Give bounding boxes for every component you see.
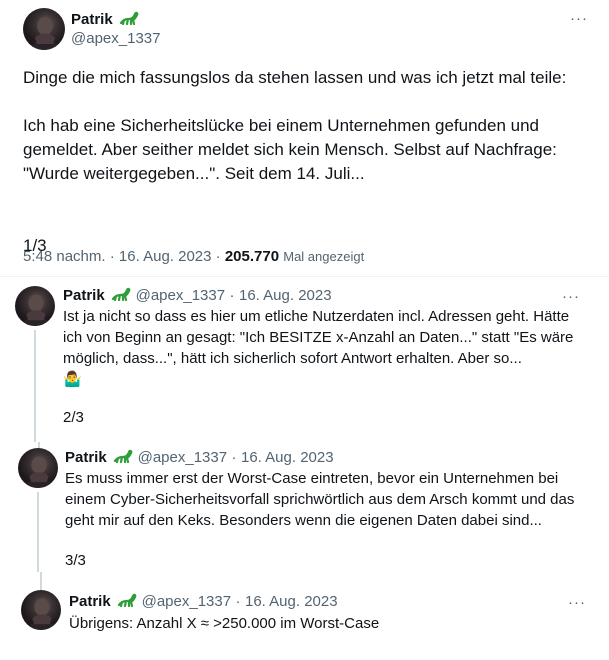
author-name[interactable]: Patrik <box>71 11 113 28</box>
thread-counter: 2/3 <box>63 409 84 426</box>
more-options-icon[interactable]: ··· <box>570 11 588 26</box>
thread-counter: 3/3 <box>65 552 86 569</box>
shrug-emoji-icon: 🤷‍♂️ <box>63 371 82 388</box>
author-name[interactable]: Patrik <box>65 449 107 466</box>
author-handle[interactable]: @apex_1337 <box>142 593 231 610</box>
views-count: 205.770 <box>224 248 280 265</box>
avatar-image <box>31 17 59 50</box>
divider <box>0 276 609 277</box>
avatar[interactable] <box>23 8 65 50</box>
tweet-text: Es muss immer erst der Worst-Case eintre… <box>65 470 579 529</box>
thread-line <box>40 572 42 590</box>
reply-header: Patrik @apex_1337 · 16. Aug. 2023 <box>69 593 338 611</box>
lizard-emoji-icon <box>118 593 137 608</box>
tweet-date[interactable]: 16. Aug. 2023 <box>119 248 212 265</box>
tweet-time[interactable]: 5:48 nachm. <box>23 248 106 265</box>
meta-separator: · <box>229 287 235 304</box>
more-options-icon[interactable]: ··· <box>562 289 580 304</box>
thread-line <box>34 330 36 442</box>
more-options-icon[interactable]: ··· <box>568 595 586 610</box>
tweet-text: Ist ja nicht so dass es hier um etliche … <box>63 308 578 367</box>
tweet-date[interactable]: 16. Aug. 2023 <box>245 593 338 610</box>
author-handle[interactable]: @apex_1337 <box>138 449 227 466</box>
avatar-image <box>25 456 53 488</box>
avatar-image <box>28 598 56 630</box>
author-handle[interactable]: @apex_1337 <box>136 287 225 304</box>
author-handle[interactable]: @apex_1337 <box>71 30 160 47</box>
views-label: Mal angezeigt <box>283 249 365 264</box>
avatar[interactable] <box>21 590 61 630</box>
tweet-meta: 5:48 nachm. · 16. Aug. 2023 · 205.770 Ma… <box>23 248 364 265</box>
avatar[interactable] <box>15 286 55 326</box>
author-name[interactable]: Patrik <box>63 287 105 304</box>
tweet-date[interactable]: 16. Aug. 2023 <box>241 449 334 466</box>
reply-header: Patrik @apex_1337 · 16. Aug. 2023 <box>65 449 334 467</box>
avatar[interactable] <box>18 448 58 488</box>
meta-separator: · <box>235 593 241 610</box>
lizard-emoji-icon <box>112 287 131 302</box>
lizard-emoji-icon <box>119 11 139 26</box>
meta-separator: · <box>215 248 221 265</box>
tweet-text: Übrigens: Anzahl X ≈ >250.000 im Worst-C… <box>69 615 380 632</box>
avatar-image <box>22 294 50 326</box>
tweet-date[interactable]: 16. Aug. 2023 <box>239 287 332 304</box>
meta-separator: · <box>231 449 237 466</box>
tweet-text: Dinge die mich fassungslos da stehen las… <box>23 68 567 255</box>
reply-header: Patrik @apex_1337 · 16. Aug. 2023 <box>63 287 332 305</box>
lizard-emoji-icon <box>114 449 133 464</box>
meta-separator: · <box>109 248 115 265</box>
thread-line <box>37 492 39 572</box>
author-name[interactable]: Patrik <box>69 593 111 610</box>
